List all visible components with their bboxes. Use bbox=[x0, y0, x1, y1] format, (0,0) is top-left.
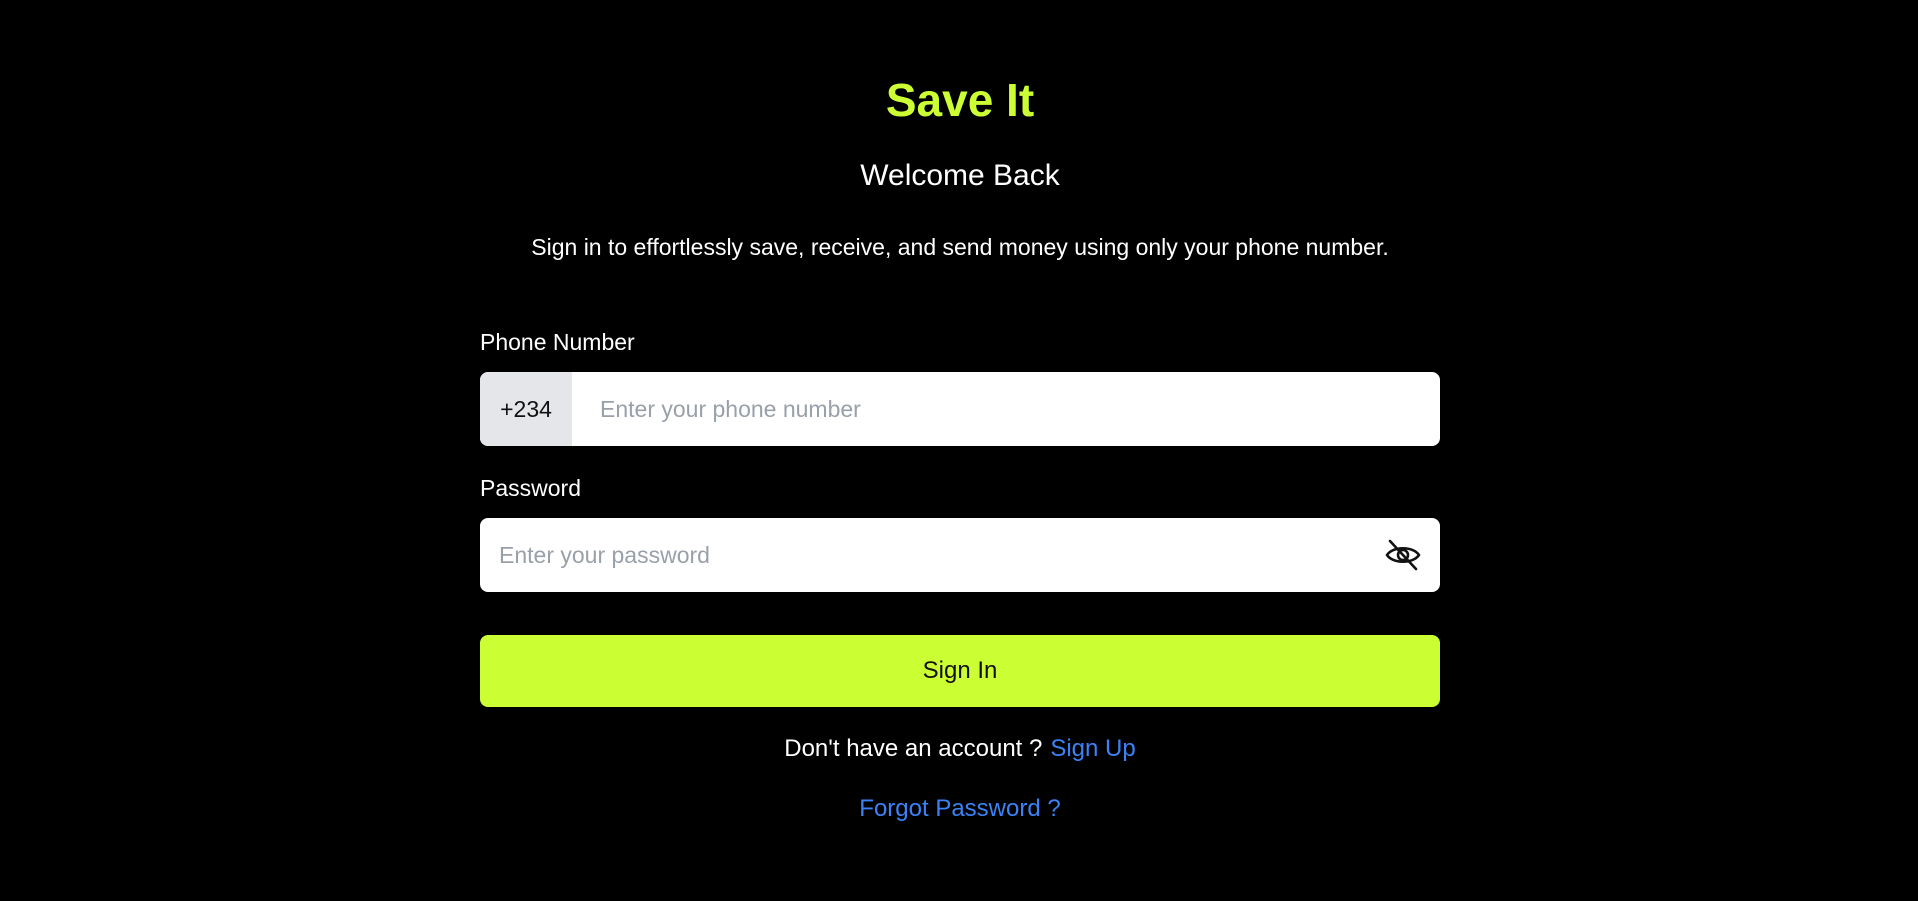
password-label: Password bbox=[480, 475, 581, 501]
page-title: Welcome Back bbox=[860, 159, 1060, 192]
sign-in-button[interactable]: Sign In bbox=[480, 635, 1440, 707]
forgot-password-row: Forgot Password ? bbox=[480, 792, 1440, 826]
phone-number-field: +234 bbox=[480, 372, 1440, 446]
phone-number-input[interactable] bbox=[600, 372, 1420, 446]
signup-row: Don't have an account ? Sign Up bbox=[480, 732, 1440, 766]
eye-slash-icon[interactable] bbox=[1384, 537, 1422, 573]
page-subtitle: Sign in to effortlessly save, receive, a… bbox=[531, 234, 1389, 260]
password-input[interactable] bbox=[499, 518, 1359, 592]
signup-prompt: Don't have an account ? bbox=[784, 735, 1043, 762]
password-field bbox=[480, 518, 1440, 592]
phone-number-label: Phone Number bbox=[480, 329, 635, 355]
country-code[interactable]: +234 bbox=[480, 372, 572, 446]
login-page: Save It Welcome Back Sign in to effortle… bbox=[0, 0, 1918, 901]
brand-title: Save It bbox=[885, 74, 1035, 126]
forgot-password-link[interactable]: Forgot Password ? bbox=[859, 795, 1060, 822]
sign-up-link[interactable]: Sign Up bbox=[1050, 735, 1135, 762]
